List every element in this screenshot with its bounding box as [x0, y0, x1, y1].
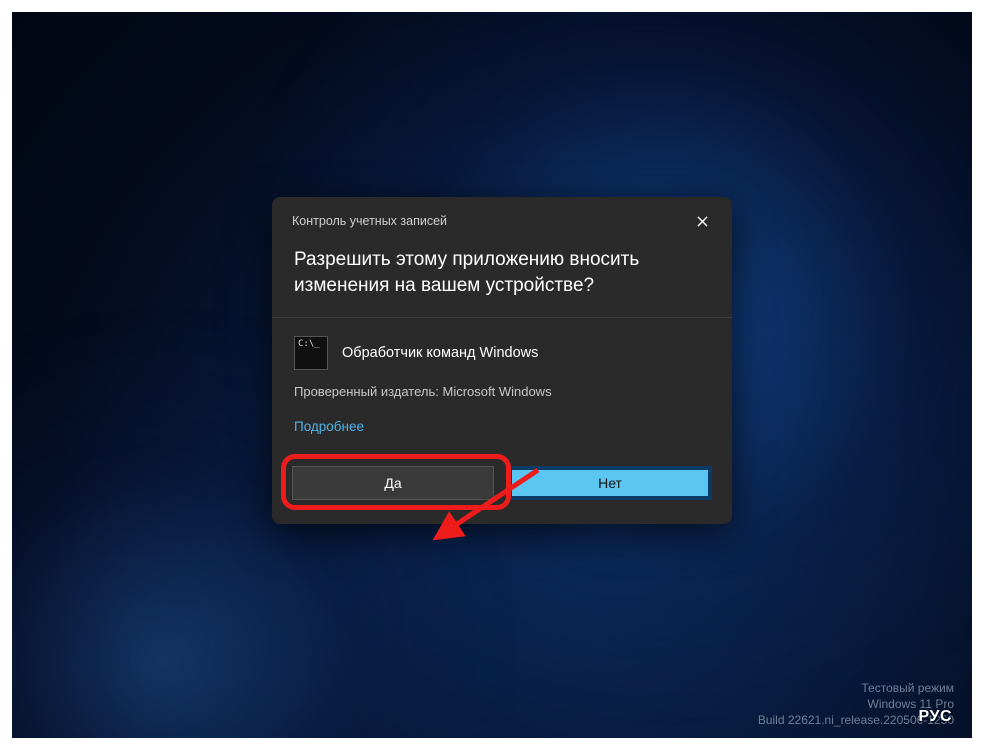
- uac-app-row: Обработчик команд Windows: [272, 336, 732, 384]
- uac-titlebar: Контроль учетных записей: [272, 197, 732, 241]
- divider: [272, 317, 732, 318]
- uac-dialog: Контроль учетных записей Разрешить этому…: [272, 197, 732, 524]
- desktop-background: Тестовый режим Windows 11 Pro Build 2262…: [12, 12, 972, 738]
- screenshot-frame: Тестовый режим Windows 11 Pro Build 2262…: [0, 0, 985, 750]
- uac-button-row: Да Нет: [272, 466, 732, 524]
- show-more-link[interactable]: Подробнее: [294, 419, 364, 434]
- no-button[interactable]: Нет: [508, 466, 712, 500]
- uac-more-details: Подробнее: [272, 419, 732, 466]
- yes-button[interactable]: Да: [292, 466, 494, 500]
- cmd-icon: [294, 336, 328, 370]
- close-button[interactable]: [688, 207, 716, 235]
- uac-app-name: Обработчик команд Windows: [342, 345, 538, 361]
- uac-title-text: Контроль учетных записей: [292, 214, 447, 228]
- watermark-line: Тестовый режим: [758, 680, 954, 696]
- uac-publisher-text: Проверенный издатель: Microsoft Windows: [272, 384, 732, 419]
- language-indicator: РУС: [919, 708, 952, 726]
- uac-question-text: Разрешить этому приложению вносить измен…: [272, 241, 732, 317]
- close-icon: [697, 216, 708, 227]
